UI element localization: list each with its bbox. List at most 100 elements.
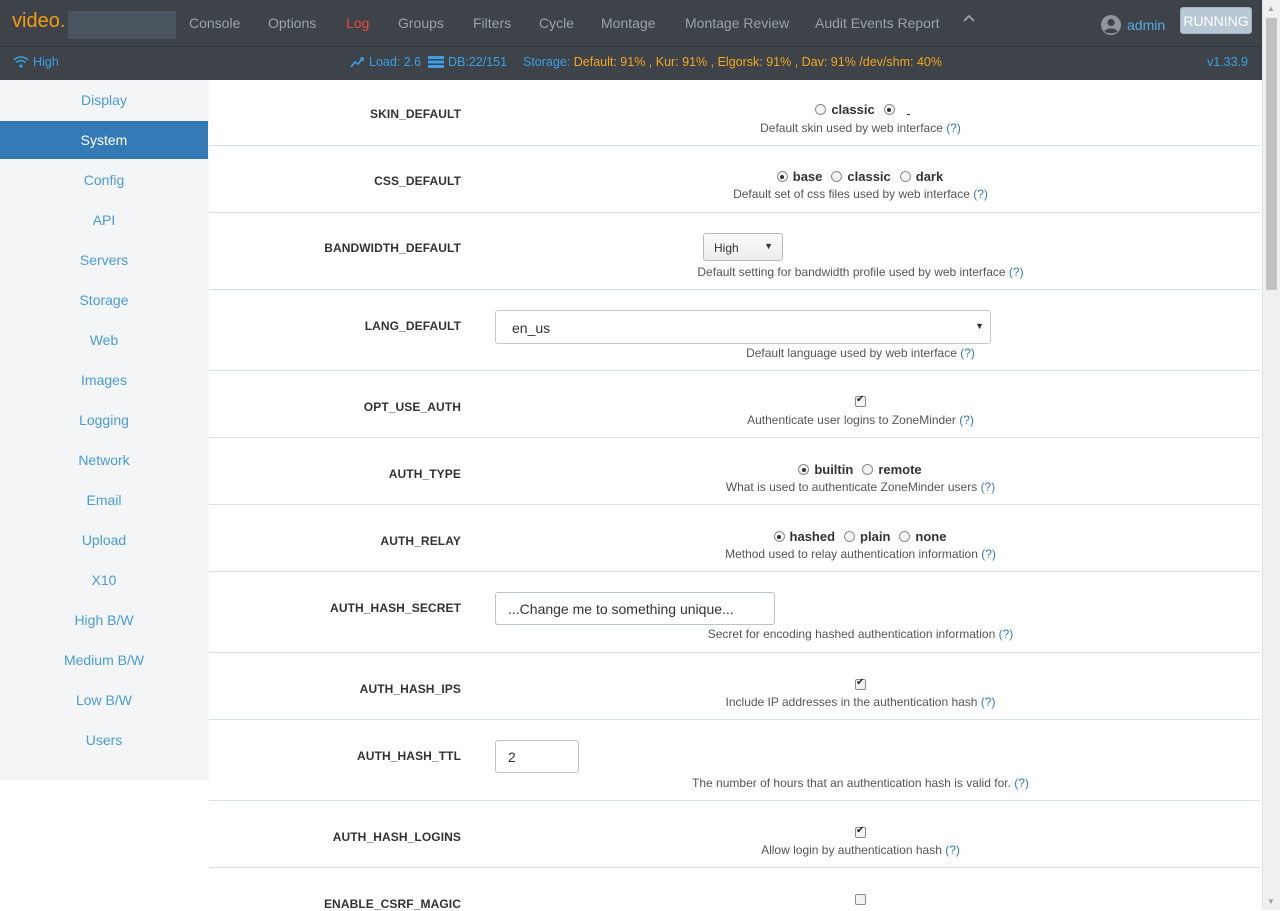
radio-relay-none[interactable]	[899, 531, 911, 542]
setting-description: What is used to authenticate ZoneMinder …	[725, 480, 996, 494]
radio-skin-second[interactable]	[883, 104, 895, 115]
auth-hash-ttl-input[interactable]	[495, 740, 579, 773]
user-menu[interactable]: admin	[1100, 14, 1165, 36]
sidebar-item-display[interactable]: Display	[0, 81, 208, 119]
scroll-thumb[interactable]	[1266, 18, 1277, 290]
scroll-down-arrow-icon[interactable]: ▼	[1267, 897, 1275, 906]
checkbox-auth-hash-logins[interactable]	[855, 825, 866, 838]
sidebar-item-servers[interactable]: Servers	[0, 241, 208, 279]
setting-label: CSS_DEFAULT	[374, 174, 461, 188]
help-link[interactable]: (?)	[959, 413, 974, 427]
setting-description: The number of hours that an authenticati…	[692, 776, 1029, 790]
nav-options[interactable]: Options	[268, 15, 316, 31]
setting-row-skin-default: SKIN_DEFAULT classic Default skin used b…	[209, 80, 1260, 146]
setting-label: OPT_USE_AUTH	[363, 400, 461, 414]
auth-relay-radio-group: hashed plain none	[461, 529, 1260, 547]
css-radio-group: base classic dark	[461, 169, 1260, 187]
user-avatar-icon	[1101, 15, 1121, 35]
sidebar-item-api[interactable]: API	[0, 201, 208, 239]
checkbox-auth-hash-ips[interactable]	[855, 677, 866, 690]
sidebar-item-medium-bw[interactable]: Medium B/W	[0, 641, 208, 679]
sidebar-item-storage[interactable]: Storage	[0, 281, 208, 319]
auth-type-radio-group: builtin remote	[461, 462, 1260, 480]
help-link[interactable]: (?)	[960, 346, 975, 360]
help-link[interactable]: (?)	[945, 843, 960, 857]
setting-label: AUTH_RELAY	[380, 534, 461, 548]
sidebar-item-low-bw[interactable]: Low B/W	[0, 681, 208, 719]
nav-cycle[interactable]: Cycle	[539, 15, 574, 31]
page-scrollbar[interactable]: ▲ ▼	[1262, 0, 1280, 910]
sidebar-item-users[interactable]: Users	[0, 721, 208, 759]
sidebar-item-upload[interactable]: Upload	[0, 521, 208, 559]
nav-groups[interactable]: Groups	[398, 15, 444, 31]
help-link[interactable]: (?)	[981, 547, 996, 561]
setting-row-auth-type: AUTH_TYPE builtin remote What is used to…	[209, 438, 1260, 505]
nav-montage[interactable]: Montage	[601, 15, 655, 31]
setting-description: Authenticate user logins to ZoneMinder (…	[747, 413, 974, 427]
radio-auth-remote[interactable]	[862, 464, 874, 475]
help-link[interactable]: (?)	[946, 121, 961, 135]
help-link[interactable]: (?)	[1009, 265, 1024, 279]
load-value: Load: 2.6	[369, 55, 422, 69]
sidebar-item-web[interactable]: Web	[0, 321, 208, 359]
help-link[interactable]: (?)	[999, 627, 1014, 641]
dropdown-arrow-icon: ▼	[764, 241, 773, 251]
setting-label: AUTH_HASH_IPS	[359, 682, 461, 696]
version-label[interactable]: v1.33.9	[1207, 55, 1248, 69]
checkbox-enable-csrf-magic[interactable]	[855, 894, 866, 905]
help-link[interactable]: (?)	[1014, 776, 1029, 790]
language-select[interactable]: en_us ▼	[495, 310, 991, 344]
setting-description: Default setting for bandwidth profile us…	[697, 265, 1024, 279]
setting-label: BANDWIDTH_DEFAULT	[324, 241, 461, 255]
brand-logo[interactable]: video.	[12, 10, 65, 33]
run-state-button[interactable]: RUNNING	[1180, 7, 1252, 34]
help-link[interactable]: (?)	[981, 695, 996, 709]
nav-montage-review[interactable]: Montage Review	[685, 15, 789, 31]
setting-row-auth-hash-ips: AUTH_HASH_IPS Include IP addresses in th…	[209, 653, 1260, 720]
radio-relay-plain[interactable]	[844, 531, 856, 542]
top-navbar: video. Console Options Log Groups Filter…	[0, 0, 1262, 46]
status-bar: High Load: 2.6 DB:22/151 Storage: Defaul…	[0, 46, 1262, 80]
chevron-up-icon[interactable]	[962, 12, 976, 26]
setting-label: AUTH_HASH_LOGINS	[332, 830, 461, 844]
setting-label: AUTH_TYPE	[388, 467, 461, 481]
user-name[interactable]: admin	[1127, 17, 1165, 33]
sidebar-item-x10[interactable]: X10	[0, 561, 208, 599]
nav-console[interactable]: Console	[189, 15, 240, 31]
sidebar-item-high-bw[interactable]: High B/W	[0, 601, 208, 639]
auth-hash-secret-input[interactable]	[495, 592, 775, 625]
sidebar-item-logging[interactable]: Logging	[0, 401, 208, 439]
help-link[interactable]: (?)	[981, 480, 996, 494]
sidebar-item-email[interactable]: Email	[0, 481, 208, 519]
setting-description: Method used to relay authentication info…	[725, 547, 996, 561]
radio-css-base[interactable]	[776, 171, 788, 182]
radio-relay-hashed[interactable]	[773, 531, 785, 542]
bandwidth-status[interactable]: High	[13, 55, 59, 69]
dropdown-arrow-icon: ▼	[975, 321, 984, 331]
setting-description: Secret for encoding hashed authenticatio…	[707, 627, 1014, 641]
load-status: Load: 2.6	[350, 55, 421, 69]
nav-filters[interactable]: Filters	[473, 15, 511, 31]
setting-row-lang-default: LANG_DEFAULT en_us ▼ Default language us…	[209, 290, 1260, 371]
radio-auth-builtin[interactable]	[798, 464, 810, 475]
setting-row-auth-hash-ttl: AUTH_HASH_TTL The number of hours that a…	[209, 720, 1260, 801]
db-status: DB:22/151	[428, 55, 507, 69]
radio-css-classic[interactable]	[831, 171, 843, 182]
checkbox-opt-use-auth[interactable]	[855, 394, 866, 407]
radio-css-dark[interactable]	[899, 171, 911, 182]
nav-audit-events-report[interactable]: Audit Events Report	[815, 15, 940, 31]
sidebar-item-config[interactable]: Config	[0, 161, 208, 199]
bandwidth-label: High	[33, 55, 59, 69]
nav-log[interactable]: Log	[346, 15, 369, 31]
bandwidth-select[interactable]: High ▼	[703, 233, 783, 261]
setting-row-enable-csrf-magic: ENABLE_CSRF_MAGIC	[209, 868, 1260, 911]
radio-skin-classic[interactable]	[815, 104, 827, 115]
help-link[interactable]: (?)	[973, 187, 988, 201]
sidebar-item-images[interactable]: Images	[0, 361, 208, 399]
storage-status: Storage: Default: 91% , Kur: 91% , Elgor…	[523, 55, 942, 69]
sidebar-item-system[interactable]: System	[0, 121, 208, 159]
setting-description: Include IP addresses in the authenticati…	[725, 695, 996, 709]
sidebar-item-network[interactable]: Network	[0, 441, 208, 479]
setting-label: ENABLE_CSRF_MAGIC	[323, 897, 461, 911]
scroll-up-arrow-icon[interactable]: ▲	[1267, 4, 1275, 13]
